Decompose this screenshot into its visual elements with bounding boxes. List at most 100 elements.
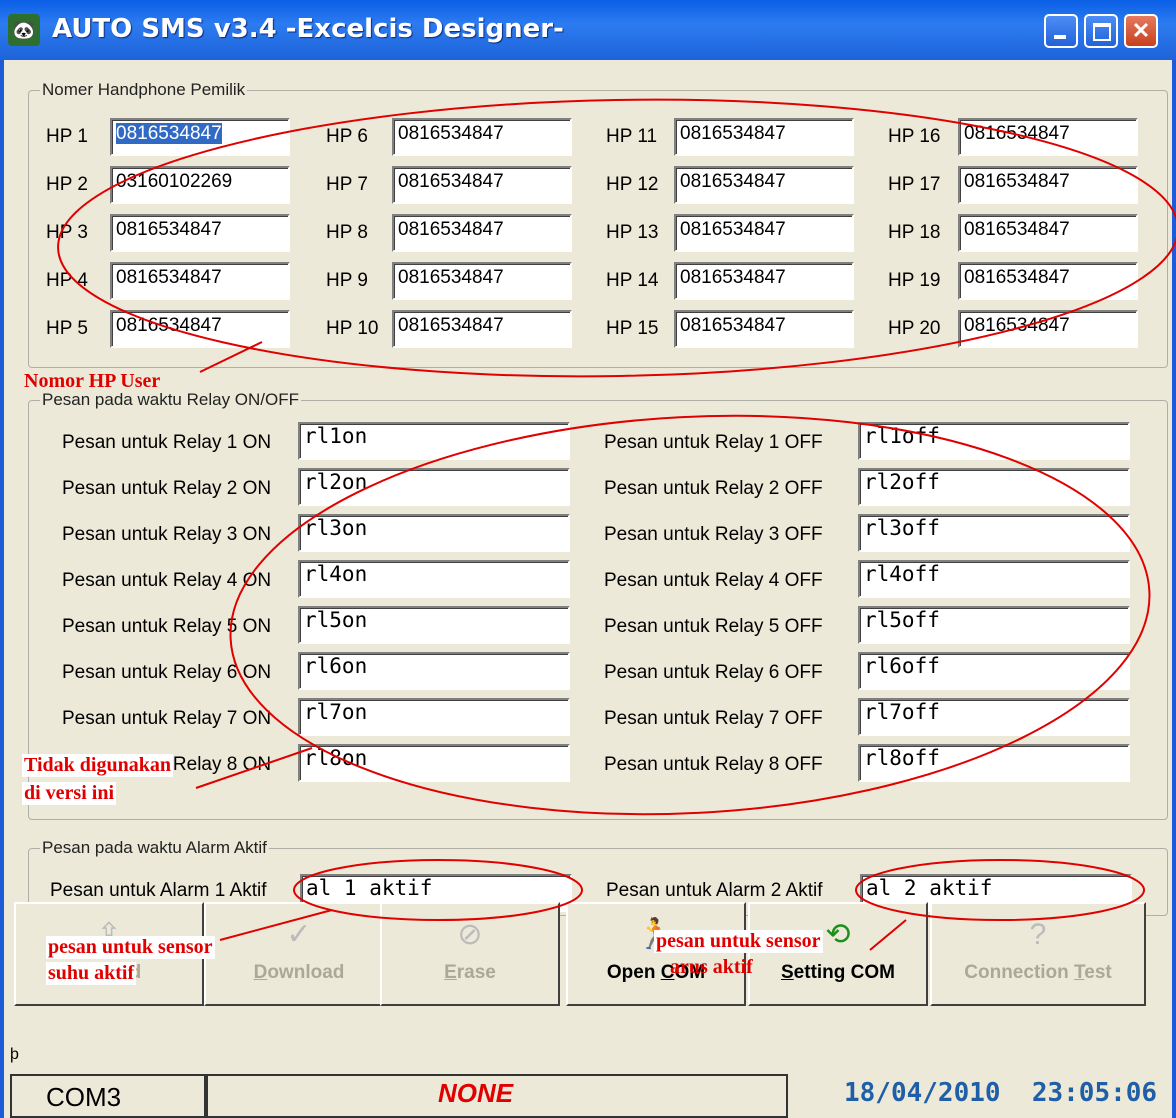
phone-label: HP 13 <box>606 222 659 243</box>
phone-label: HP 17 <box>888 174 941 195</box>
phone-number-field[interactable]: 0816534847 <box>674 214 854 252</box>
phone-label: HP 8 <box>326 222 368 243</box>
phone-label: HP 20 <box>888 318 941 339</box>
status-state: NONE <box>438 1078 514 1108</box>
window-border-left <box>0 60 4 1118</box>
relay-on-message-field[interactable]: rl8on <box>298 744 570 782</box>
relay-off-message-field[interactable]: rl6off <box>858 652 1130 690</box>
phone-label: HP 7 <box>326 174 368 195</box>
close-button[interactable]: ✕ <box>1124 14 1158 48</box>
phone-number-field[interactable]: 0816534847 <box>392 310 572 348</box>
connection-test-button[interactable]: ? Connection Test <box>930 902 1146 1006</box>
relay-on-message-field[interactable]: rl3on <box>298 514 570 552</box>
phone-number-field[interactable]: 0816534847 <box>958 166 1138 204</box>
phone-number-field[interactable]: 0816534847 <box>674 262 854 300</box>
close-icon: ✕ <box>1131 18 1151 43</box>
relay-off-message-field[interactable]: rl5off <box>858 606 1130 644</box>
annotation-sensor-arus-line2: arus aktif <box>670 956 753 978</box>
phone-label: HP 6 <box>326 126 368 147</box>
phone-number-field[interactable]: 0816534847 <box>110 262 290 300</box>
phone-label: HP 18 <box>888 222 941 243</box>
phone-number-field[interactable]: 0816534847 <box>392 262 572 300</box>
question-icon: ? <box>1029 918 1047 951</box>
annotation-sensor-suhu-line1: pesan untuk sensor <box>46 936 215 959</box>
phone-label: HP 16 <box>888 126 941 147</box>
relay-off-label: Pesan untuk Relay 3 OFF <box>604 524 823 545</box>
title-bar[interactable]: 🐼 AUTO SMS v3.4 -Excelcis Designer- ✕ <box>0 0 1176 60</box>
phone-number-field[interactable]: 0816534847 <box>958 310 1138 348</box>
phone-label: HP 9 <box>326 270 368 291</box>
phone-label: HP 14 <box>606 270 659 291</box>
status-port: COM3 <box>46 1082 122 1112</box>
phone-number-field[interactable]: 0816534847 <box>110 310 290 348</box>
erase-button[interactable]: ⊘ Erase <box>380 902 560 1006</box>
annotation-tidak-digunakan-line2: di versi ini <box>22 782 117 805</box>
phone-number-field[interactable]: 0816534847 <box>674 166 854 204</box>
minimize-button[interactable] <box>1044 14 1078 48</box>
maximize-button[interactable] <box>1084 14 1118 48</box>
status-state-panel: NONE <box>206 1074 788 1118</box>
download-button[interactable]: ✓ Download <box>204 902 394 1006</box>
relay-off-label: Pesan untuk Relay 6 OFF <box>604 662 823 683</box>
relay-off-message-field[interactable]: rl1off <box>858 422 1130 460</box>
alarm2-label: Pesan untuk Alarm 2 Aktif <box>606 880 823 901</box>
phone-number-field[interactable]: 0816534847 <box>674 118 854 156</box>
annotation-nomor-hp-user: Nomor HP User <box>24 370 161 392</box>
app-icon: 🐼 <box>8 14 40 46</box>
window-border-right <box>1172 60 1176 1118</box>
annotation-sensor-suhu-line2: suhu aktif <box>46 962 137 985</box>
phone-number-field[interactable]: 0816534847 <box>392 214 572 252</box>
phone-number-field[interactable]: 0816534847 <box>958 118 1138 156</box>
annotation-sensor-arus-line1: pesan untuk sensor <box>654 930 823 953</box>
phone-number-field[interactable]: 0816534847 <box>674 310 854 348</box>
alarm-messages-legend: Pesan pada waktu Alarm Aktif <box>40 838 269 858</box>
relay-on-message-field[interactable]: rl1on <box>298 422 570 460</box>
phone-label: HP 10 <box>326 318 379 339</box>
relay-on-label: Pesan untuk Relay 4 ON <box>62 570 272 591</box>
phone-number-field[interactable]: 0816534847 <box>958 214 1138 252</box>
phone-label: HP 11 <box>606 126 658 147</box>
relay-off-message-field[interactable]: rl2off <box>858 468 1130 506</box>
open-com-button[interactable]: 🏃 Open COM <box>566 902 746 1006</box>
relay-off-label: Pesan untuk Relay 4 OFF <box>604 570 823 591</box>
phone-number-selection: 0816534847 <box>116 123 222 144</box>
phone-number-field[interactable]: 0816534847 <box>110 118 290 156</box>
phone-number-field[interactable]: 0816534847 <box>392 118 572 156</box>
minimize-icon <box>1054 35 1066 39</box>
phone-label: HP 15 <box>606 318 659 339</box>
phone-number-field[interactable]: 03160102269 <box>110 166 290 204</box>
relay-off-label: Pesan untuk Relay 5 OFF <box>604 616 823 637</box>
relay-off-message-field[interactable]: rl3off <box>858 514 1130 552</box>
relay-off-message-field[interactable]: rl8off <box>858 744 1130 782</box>
relay-on-label: Pesan untuk Relay 7 ON <box>62 708 272 729</box>
phone-label: HP 5 <box>46 318 88 339</box>
window-title: AUTO SMS v3.4 -Excelcis Designer- <box>52 14 564 44</box>
relay-on-message-field[interactable]: rl2on <box>298 468 570 506</box>
phone-label: HP 3 <box>46 222 88 243</box>
relay-messages-legend: Pesan pada waktu Relay ON/OFF <box>40 390 302 410</box>
relay-on-label: Pesan untuk Relay 1 ON <box>62 432 272 453</box>
relay-off-message-field[interactable]: rl4off <box>858 560 1130 598</box>
phone-label: HP 12 <box>606 174 659 195</box>
download-button-label: Download <box>253 962 345 983</box>
relay-on-message-field[interactable]: rl4on <box>298 560 570 598</box>
relay-on-label: Pesan untuk Relay 2 ON <box>62 478 272 499</box>
phone-label: HP 19 <box>888 270 941 291</box>
relay-on-message-field[interactable]: rl5on <box>298 606 570 644</box>
phone-number-field[interactable]: 0816534847 <box>110 214 290 252</box>
relay-on-label: Pesan untuk Relay 6 ON <box>62 662 272 683</box>
phone-label: HP 2 <box>46 174 88 195</box>
alarm1-label: Pesan untuk Alarm 1 Aktif <box>50 880 267 901</box>
stray-character: þ <box>10 1046 19 1063</box>
setting-com-button[interactable]: ⟲ Setting COM <box>748 902 928 1006</box>
relay-on-label: Pesan untuk Relay 3 ON <box>62 524 272 545</box>
erase-button-label: Erase <box>444 962 496 983</box>
relay-on-message-field[interactable]: rl6on <box>298 652 570 690</box>
relay-off-label: Pesan untuk Relay 1 OFF <box>604 432 823 453</box>
phone-number-field[interactable]: 0816534847 <box>392 166 572 204</box>
relay-on-label: Pesan untuk Relay 5 ON <box>62 616 272 637</box>
relay-on-message-field[interactable]: rl7on <box>298 698 570 736</box>
relay-off-message-field[interactable]: rl7off <box>858 698 1130 736</box>
status-datetime: 18/04/2010 23:05:06 <box>844 1078 1158 1108</box>
phone-number-field[interactable]: 0816534847 <box>958 262 1138 300</box>
